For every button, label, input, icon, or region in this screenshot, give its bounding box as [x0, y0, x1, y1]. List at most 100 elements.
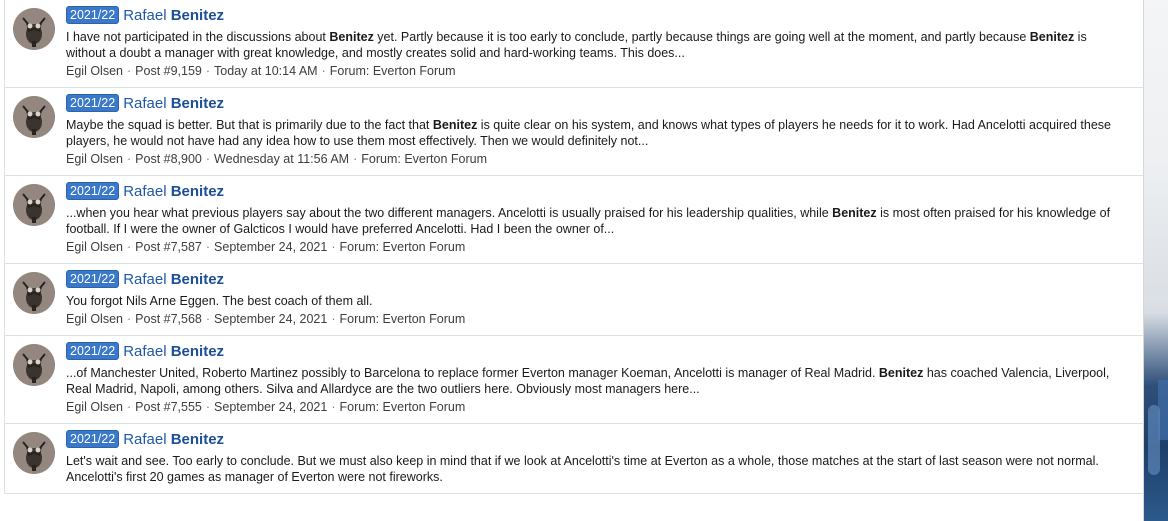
post-date: September 24, 2021: [214, 240, 328, 254]
meta-separator: ·: [321, 64, 326, 78]
post-snippet: You forgot Nils Arne Eggen. The best coa…: [66, 293, 1123, 309]
owl-avatar-icon[interactable]: [13, 184, 55, 226]
post-meta: Egil Olsen · Post #7,555 · September 24, 202…: [66, 399, 1123, 415]
meta-separator: ·: [331, 312, 336, 326]
snippet-text: Let's wait and see. Too early to conclud…: [66, 454, 1099, 484]
meta-separator: ·: [205, 240, 211, 254]
thread-title-highlight: Benitez: [170, 183, 225, 200]
search-result-item: 2021/22 Rafael Benitez ...when you hear w…: [4, 176, 1143, 264]
thread-title-first: Rafael: [123, 95, 171, 112]
post-meta: Egil Olsen · Post #7,568 · September 24, 202…: [66, 311, 1123, 327]
thread-title-line: 2021/22 Rafael Benitez: [66, 342, 1123, 362]
thread-title-line: 2021/22 Rafael Benitez: [66, 430, 1123, 450]
post-snippet: Maybe the squad is better. But that is p…: [66, 117, 1123, 149]
search-results-list: 2021/22 Rafael Benitez I have not partici…: [0, 0, 1144, 521]
post-number-link[interactable]: Post #9,159: [135, 64, 202, 78]
post-meta: Egil Olsen · Post #8,900 · Wednesday at 11:5…: [66, 151, 1123, 167]
snippet-text: Maybe the squad is better. But that is p…: [66, 118, 433, 132]
thread-title-link[interactable]: Rafael Benitez: [123, 271, 224, 288]
author-link[interactable]: Egil Olsen: [66, 312, 123, 326]
post-number-link[interactable]: Post #7,555: [135, 400, 202, 414]
post-meta: Egil Olsen · Post #7,587 · September 24, 202…: [66, 239, 1123, 255]
post-number-link[interactable]: Post #8,900: [135, 152, 202, 166]
author-link[interactable]: Egil Olsen: [66, 64, 123, 78]
post-meta: Egil Olsen · Post #9,159 · Today at 10:14 AM…: [66, 63, 1123, 79]
post-snippet: Let's wait and see. Too early to conclud…: [66, 453, 1123, 485]
thread-title-link[interactable]: Rafael Benitez: [123, 183, 224, 200]
meta-separator: ·: [205, 64, 211, 78]
search-result-item: 2021/22 Rafael Benitez Maybe the squad is…: [4, 88, 1143, 176]
thread-prefix-badge[interactable]: 2021/22: [66, 182, 120, 200]
meta-separator: ·: [331, 400, 336, 414]
snippet-text: You forgot Nils Arne Eggen. The best coa…: [66, 294, 373, 308]
post-number-link[interactable]: Post #7,587: [135, 240, 202, 254]
search-term-highlight: Benitez: [432, 118, 478, 132]
thread-title-first: Rafael: [123, 183, 171, 200]
post-date: September 24, 2021: [214, 312, 328, 326]
forum-link[interactable]: Forum: Everton Forum: [361, 152, 487, 166]
thread-title-link[interactable]: Rafael Benitez: [123, 431, 224, 448]
meta-separator: ·: [126, 312, 132, 326]
thread-prefix-badge[interactable]: 2021/22: [66, 342, 120, 360]
search-result-item: 2021/22 Rafael Benitez ...of Manchester U…: [4, 336, 1143, 424]
owl-avatar-icon[interactable]: [13, 96, 55, 138]
thread-title-first: Rafael: [123, 7, 171, 24]
thread-title-link[interactable]: Rafael Benitez: [123, 7, 224, 24]
meta-separator: ·: [126, 240, 132, 254]
author-link[interactable]: Egil Olsen: [66, 152, 123, 166]
owl-avatar-icon[interactable]: [13, 344, 55, 386]
forum-link[interactable]: Forum: Everton Forum: [340, 312, 466, 326]
snippet-text: ...of Manchester United, Roberto Martine…: [66, 366, 879, 380]
meta-separator: ·: [331, 240, 336, 254]
meta-separator: ·: [205, 152, 211, 166]
search-term-highlight: Benitez: [878, 366, 924, 380]
author-link[interactable]: Egil Olsen: [66, 240, 123, 254]
snippet-text: yet. Partly because it is too early to c…: [373, 30, 1030, 44]
thread-title-highlight: Benitez: [170, 431, 225, 448]
post-snippet: ...when you hear what previous players s…: [66, 205, 1123, 237]
owl-avatar-icon[interactable]: [13, 272, 55, 314]
search-term-highlight: Benitez: [832, 206, 877, 220]
thread-prefix-badge[interactable]: 2021/22: [66, 94, 120, 112]
thread-prefix-badge[interactable]: 2021/22: [66, 6, 120, 24]
meta-separator: ·: [126, 400, 132, 414]
search-result-item: 2021/22 Rafael Benitez Let's wait and see…: [4, 424, 1143, 494]
thread-title-line: 2021/22 Rafael Benitez: [66, 94, 1123, 114]
search-term-highlight: Benitez: [329, 30, 374, 44]
meta-separator: ·: [353, 152, 358, 166]
meta-separator: ·: [205, 312, 211, 326]
thread-title-highlight: Benitez: [170, 7, 225, 24]
post-date: Wednesday at 11:56 AM: [214, 152, 350, 166]
search-result-item: 2021/22 Rafael Benitez I have not partici…: [4, 0, 1143, 88]
thread-title-highlight: Benitez: [170, 95, 225, 112]
thread-title-first: Rafael: [123, 431, 171, 448]
search-term-highlight: Benitez: [1029, 30, 1075, 44]
author-link[interactable]: Egil Olsen: [66, 400, 123, 414]
post-snippet: ...of Manchester United, Roberto Martine…: [66, 365, 1123, 397]
search-result-item: 2021/22 Rafael Benitez You forgot Nils Ar…: [4, 264, 1143, 336]
post-date: Today at 10:14 AM: [214, 64, 318, 78]
thread-title-line: 2021/22 Rafael Benitez: [66, 270, 1123, 290]
post-number-link[interactable]: Post #7,568: [135, 312, 202, 326]
snippet-text: I have not participated in the discussio…: [66, 30, 330, 44]
post-snippet: I have not participated in the discussio…: [66, 29, 1123, 61]
thread-title-first: Rafael: [123, 343, 171, 360]
thread-title-highlight: Benitez: [170, 343, 225, 360]
thread-title-first: Rafael: [123, 271, 171, 288]
thread-title-line: 2021/22 Rafael Benitez: [66, 182, 1123, 202]
owl-avatar-icon[interactable]: [13, 432, 55, 474]
background-wallpaper-edge: [1144, 0, 1168, 521]
forum-link[interactable]: Forum: Everton Forum: [340, 240, 466, 254]
thread-title-line: 2021/22 Rafael Benitez: [66, 6, 1123, 26]
meta-separator: ·: [205, 400, 211, 414]
owl-avatar-icon[interactable]: [13, 8, 55, 50]
thread-prefix-badge[interactable]: 2021/22: [66, 270, 120, 288]
thread-prefix-badge[interactable]: 2021/22: [66, 430, 120, 448]
thread-title-highlight: Benitez: [170, 271, 225, 288]
forum-link[interactable]: Forum: Everton Forum: [340, 400, 466, 414]
forum-link[interactable]: Forum: Everton Forum: [330, 64, 456, 78]
thread-title-link[interactable]: Rafael Benitez: [123, 343, 224, 360]
meta-separator: ·: [126, 152, 132, 166]
thread-title-link[interactable]: Rafael Benitez: [123, 95, 224, 112]
snippet-text: ...when you hear what previous players s…: [66, 206, 833, 220]
